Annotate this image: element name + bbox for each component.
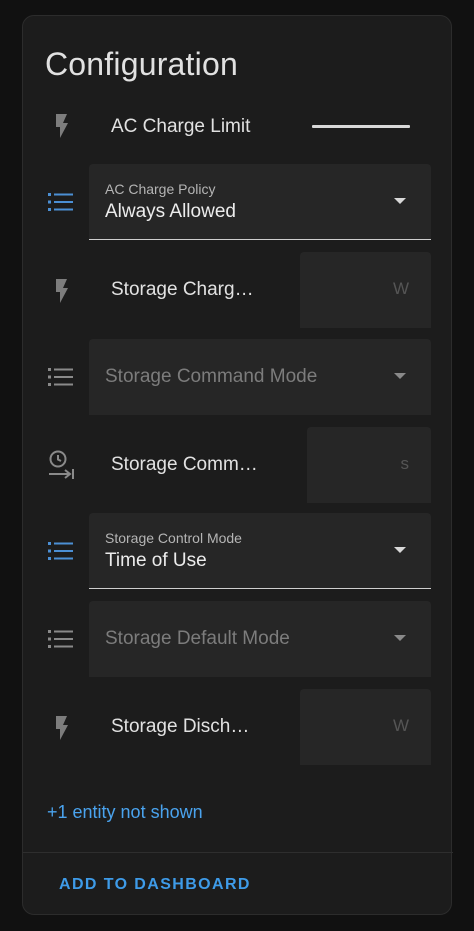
chevron-down-icon: [394, 198, 406, 204]
unit-label: s: [400, 454, 410, 473]
row-storage-command-mode: Storage Command Mode: [23, 339, 453, 415]
charge-limit-slider[interactable]: [312, 125, 410, 128]
select-value: Time of Use: [105, 550, 207, 571]
add-to-dashboard-button[interactable]: ADD TO DASHBOARD: [59, 876, 251, 894]
list-icon: [45, 361, 77, 393]
list-icon: [45, 535, 77, 567]
row-storage-discharge: Storage Disch… W: [23, 688, 453, 766]
storage-charge-input[interactable]: W: [300, 252, 431, 328]
chevron-down-icon: [394, 635, 406, 641]
storage-control-mode-select[interactable]: Storage Control Mode Time of Use: [89, 513, 431, 589]
divider: [23, 852, 453, 853]
chevron-down-icon: [394, 547, 406, 553]
entity-label[interactable]: Storage Comm…: [111, 454, 258, 476]
card-title: Configuration: [45, 46, 238, 82]
ac-charge-policy-select[interactable]: AC Charge Policy Always Allowed: [89, 164, 431, 240]
select-value: Always Allowed: [105, 201, 236, 222]
list-icon: [45, 623, 77, 655]
row-storage-charge: Storage Charg… W: [23, 251, 453, 329]
select-label: AC Charge Policy: [105, 181, 216, 197]
row-ac-charge-policy: AC Charge Policy Always Allowed: [23, 164, 453, 240]
storage-default-mode-select[interactable]: Storage Default Mode: [89, 601, 431, 677]
more-entities-link[interactable]: +1 entity not shown: [47, 802, 203, 823]
row-ac-charge-limit: AC Charge Limit: [23, 109, 453, 145]
list-icon: [45, 186, 77, 218]
unit-label: W: [392, 716, 409, 735]
select-label: Storage Command Mode: [105, 366, 318, 387]
select-label: Storage Control Mode: [105, 530, 242, 546]
flash-icon: [45, 712, 77, 744]
unit-label: W: [392, 279, 409, 298]
row-storage-control-mode: Storage Control Mode Time of Use: [23, 513, 453, 589]
storage-discharge-input[interactable]: W: [300, 689, 431, 765]
timer-icon: [45, 448, 77, 480]
entity-label[interactable]: Storage Charg…: [111, 279, 254, 301]
select-label: Storage Default Mode: [105, 628, 290, 649]
entity-label[interactable]: Storage Disch…: [111, 716, 249, 738]
row-storage-command-timeout: Storage Comm… s: [23, 426, 453, 504]
flash-icon: [45, 110, 77, 142]
storage-command-timeout-input[interactable]: s: [307, 427, 431, 503]
flash-icon: [45, 275, 77, 307]
entity-label[interactable]: AC Charge Limit: [111, 116, 250, 138]
storage-command-mode-select[interactable]: Storage Command Mode: [89, 339, 431, 415]
row-storage-default-mode: Storage Default Mode: [23, 601, 453, 677]
chevron-down-icon: [394, 373, 406, 379]
configuration-card: Configuration AC Charge Limit AC Charge …: [22, 15, 453, 915]
